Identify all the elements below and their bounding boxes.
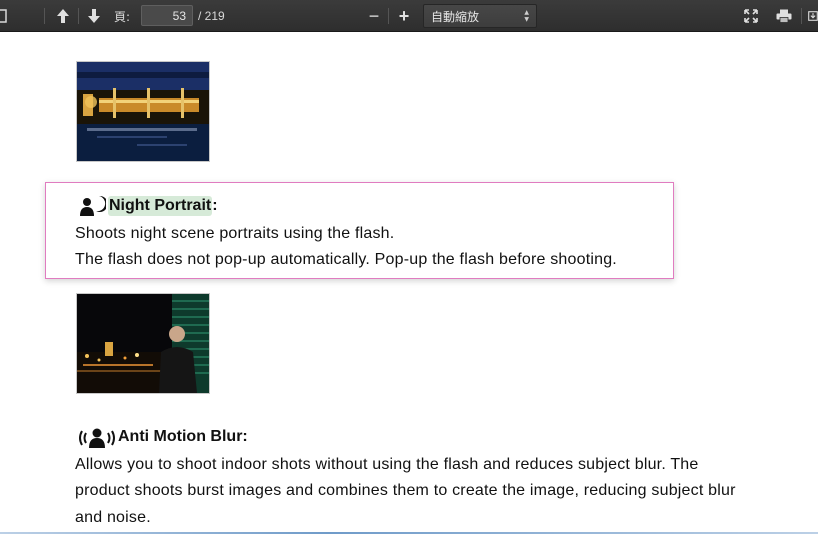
anti-motion-blur-line-1: Allows you to shoot indoor shots without… (75, 456, 699, 473)
print-icon (776, 9, 792, 23)
plus-icon: + (398, 5, 410, 26)
print-button[interactable] (773, 6, 795, 26)
anti-motion-blur-heading: Anti Motion Blur: (78, 425, 248, 449)
arrow-up-icon (57, 9, 69, 23)
document-viewer[interactable]: Night Portrait : Shoots night scene port… (0, 32, 818, 534)
toolbar-separator (44, 8, 45, 24)
zoom-select-value: 自動縮放 (431, 9, 480, 24)
page-label: 頁: (114, 9, 131, 24)
night-portrait-colon: : (212, 197, 218, 214)
anti-motion-blur-title: Anti Motion Blur: (118, 428, 248, 445)
select-arrows-icon: ▲ ▼ (524, 9, 529, 23)
night-portrait-heading: Night Portrait : (78, 194, 218, 218)
arrow-down-icon (88, 9, 100, 23)
page-total: / 219 (198, 9, 225, 23)
download-button[interactable] (808, 6, 818, 26)
night-portrait-line-1: Shoots night scene portraits using the f… (75, 225, 395, 242)
anti-motion-blur-line-3: and noise. (75, 509, 151, 526)
fullscreen-button[interactable] (740, 6, 762, 26)
sidebar-toggle-icon (0, 9, 7, 23)
anti-motion-blur-icon (79, 428, 115, 448)
sidebar-toggle-button[interactable] (0, 8, 8, 24)
toolbar-separator (78, 8, 79, 24)
page-number-input[interactable] (141, 5, 193, 26)
toolbar-separator (388, 8, 389, 24)
toolbar-separator (801, 8, 802, 24)
night-portrait-title: Night Portrait (108, 196, 213, 216)
pdf-toolbar: 頁: / 219 − + 自動縮放 ▲▼ (0, 0, 818, 32)
night-portrait-line-2: The flash does not pop-up automatically.… (75, 251, 617, 268)
next-page-button[interactable] (83, 6, 105, 26)
minus-icon: − (368, 5, 380, 26)
night-portrait-icon (80, 195, 106, 216)
anti-motion-blur-line-2: product shoots burst images and combines… (75, 482, 736, 499)
night-scene-photo (76, 61, 210, 162)
zoom-in-button[interactable]: + (394, 6, 414, 26)
zoom-out-button[interactable]: − (364, 6, 384, 26)
zoom-select[interactable]: 自動縮放 ▲ ▼ (423, 4, 537, 28)
fullscreen-icon (744, 9, 758, 23)
download-icon (808, 11, 818, 21)
previous-page-button[interactable] (52, 6, 74, 26)
night-portrait-photo (76, 293, 210, 394)
